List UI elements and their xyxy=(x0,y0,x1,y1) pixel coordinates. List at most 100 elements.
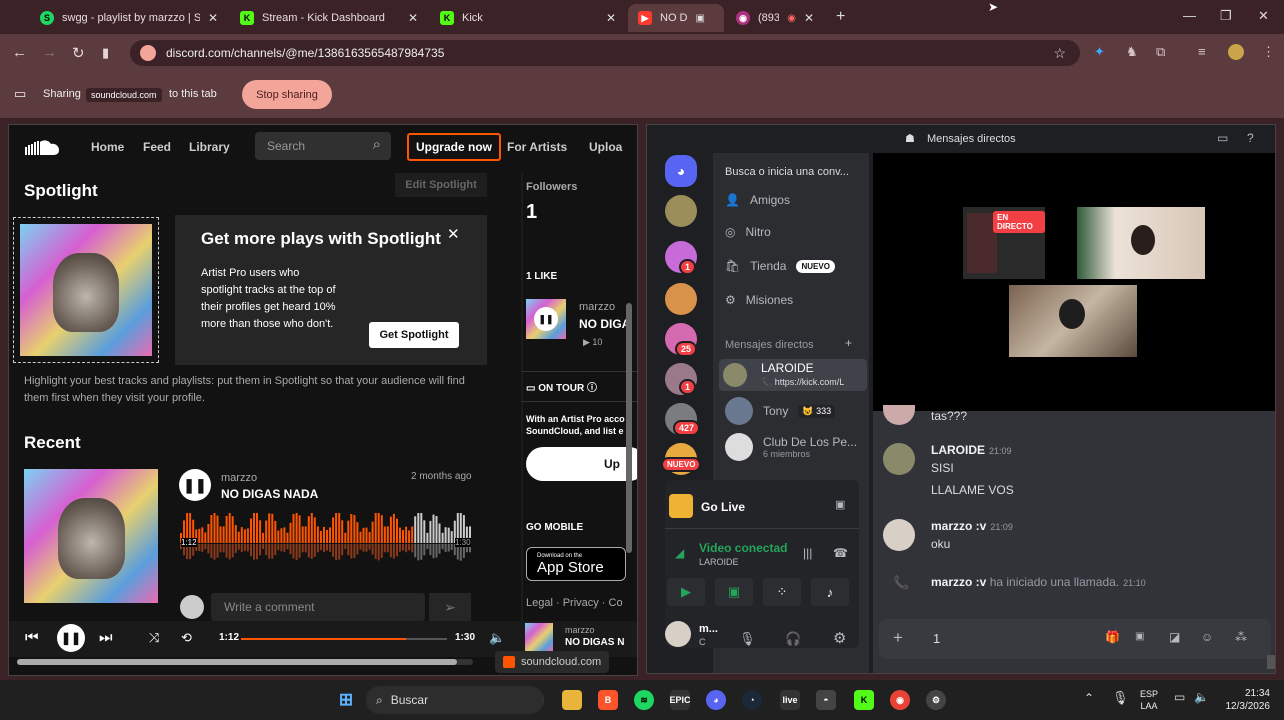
nav-for-artists[interactable]: For Artists xyxy=(507,140,567,154)
spotify-icon[interactable]: ≋ xyxy=(634,690,654,710)
inbox-icon[interactable]: ▭ xyxy=(1217,131,1228,145)
scrollbar-thumb[interactable] xyxy=(17,659,457,665)
dm-item-laroide[interactable]: LAROIDE 📞 https://kick.com/L xyxy=(719,359,867,391)
dm-item-tony[interactable]: Tony 😺 333 xyxy=(725,397,836,425)
scrollbar[interactable] xyxy=(1267,655,1275,669)
go-live-icon[interactable] xyxy=(669,494,693,518)
disconnect-icon[interactable]: ☎ xyxy=(833,546,848,560)
microphone-icon[interactable]: 🎙 xyxy=(739,631,756,647)
brave-icon[interactable]: B xyxy=(598,690,618,710)
progress-track[interactable] xyxy=(241,638,447,640)
epic-games-icon[interactable]: EPIC xyxy=(670,690,691,710)
sharing-indicator-icon[interactable]: ▮ xyxy=(102,45,109,61)
reload-icon[interactable]: ↻ xyxy=(72,44,85,62)
apps-icon[interactable]: ⁂ xyxy=(1235,630,1247,644)
followers-count[interactable]: 1 xyxy=(526,201,537,224)
soundcloud-tab-chip[interactable]: soundcloud.com xyxy=(495,651,610,673)
likes-label[interactable]: 1 LIKE xyxy=(526,271,557,282)
vertical-scrollbar[interactable] xyxy=(626,303,632,553)
activities-button[interactable]: ⁘ xyxy=(763,578,801,606)
kick-icon[interactable]: K xyxy=(854,690,874,710)
extension-icon[interactable]: ✦ xyxy=(1094,44,1105,60)
shuffle-icon[interactable]: ⤨ xyxy=(149,630,159,646)
close-icon[interactable]: ✕ xyxy=(606,11,616,25)
tab-kick-dashboard[interactable]: K Stream - Kick Dashboard ✕ xyxy=(230,4,428,32)
user-avatar[interactable] xyxy=(665,621,691,647)
live-app-icon[interactable]: live xyxy=(780,690,800,710)
message-author[interactable]: marzzo :v xyxy=(931,519,986,533)
previous-icon[interactable]: ⏮ xyxy=(25,629,39,646)
now-playing-title[interactable]: NO DIGAS N xyxy=(565,637,624,648)
close-window-icon[interactable]: ✕ xyxy=(1258,8,1269,24)
upgrade-tour-button[interactable]: Up xyxy=(526,447,637,481)
file-explorer-icon[interactable] xyxy=(562,690,582,710)
media-icon[interactable]: ≡ xyxy=(1198,44,1206,59)
close-icon[interactable]: ✕ xyxy=(447,225,460,243)
menu-icon[interactable]: ⋮ xyxy=(1262,44,1275,60)
play-pause-button[interactable]: ❚❚ xyxy=(57,624,85,652)
close-icon[interactable]: ✕ xyxy=(408,11,418,25)
nav-quests[interactable]: ⚙ Misiones xyxy=(725,293,793,307)
chevron-up-icon[interactable]: ⌃ xyxy=(1084,691,1094,705)
taskbar-search[interactable]: ⌕ Buscar xyxy=(366,686,544,714)
dm-item-club[interactable]: Club De Los Pe... 6 miembros xyxy=(725,433,857,461)
microphone-icon[interactable]: 🎙 xyxy=(1112,690,1129,706)
extensions-puzzle-icon[interactable]: ⧉ xyxy=(1156,44,1165,60)
nav-feed[interactable]: Feed xyxy=(143,140,171,154)
attach-icon[interactable]: + xyxy=(893,628,903,648)
language-indicator[interactable]: ESP LAA xyxy=(1140,688,1158,712)
emoji-icon[interactable]: ☺ xyxy=(1201,630,1213,644)
volume-icon[interactable]: 🔈 xyxy=(1194,690,1209,704)
message-input[interactable]: + 1 🎁 ▣ ◪ ☺ ⁂ xyxy=(879,619,1271,659)
site-info-icon[interactable] xyxy=(140,45,156,61)
search-input[interactable]: Search ⌕ xyxy=(255,132,391,160)
track-artist[interactable]: marzzo xyxy=(221,472,257,484)
pause-icon[interactable]: ❚❚ xyxy=(534,307,558,331)
voice-channel[interactable]: LAROIDE xyxy=(699,557,739,567)
search-icon[interactable]: ⌕ xyxy=(373,136,381,153)
forward-icon[interactable]: → xyxy=(42,44,57,61)
upgrade-now-button[interactable]: Upgrade now xyxy=(407,133,501,161)
profile-avatar[interactable] xyxy=(1228,44,1244,60)
new-tab-icon[interactable]: + xyxy=(836,8,845,26)
steam-icon[interactable]: ◔ xyxy=(742,690,762,710)
tab-kick[interactable]: K Kick ✕ xyxy=(430,4,626,32)
soundcloud-logo-icon[interactable] xyxy=(25,139,65,155)
liked-track-artwork[interactable]: ❚❚ xyxy=(526,299,566,339)
nav-nitro[interactable]: ◎ Nitro xyxy=(725,225,771,239)
tab-youtube-active[interactable]: ▶ NO D ▣ xyxy=(628,4,724,32)
minimize-icon[interactable]: — xyxy=(1183,8,1196,23)
discord-icon[interactable]: ◕ xyxy=(706,690,726,710)
tab-spotify[interactable]: S swgg - playlist by marzzo | Spo ✕ xyxy=(30,4,228,32)
camera-button[interactable]: ▶ xyxy=(667,578,705,606)
video-tile[interactable] xyxy=(1077,207,1205,279)
avatar[interactable] xyxy=(883,443,915,475)
video-tile[interactable] xyxy=(1009,285,1137,357)
avatar[interactable] xyxy=(883,519,915,551)
screen-share-button[interactable]: ▣ xyxy=(715,578,753,606)
nav-friends[interactable]: 👤 Amigos xyxy=(725,193,790,207)
stop-sharing-button[interactable]: Stop sharing xyxy=(242,80,332,109)
track-title[interactable]: NO DIGAS NADA xyxy=(221,487,318,501)
now-playing-artist[interactable]: marzzo xyxy=(565,625,595,635)
back-icon[interactable]: ← xyxy=(12,44,27,61)
app-store-badge[interactable]: Download on the App Store xyxy=(526,547,626,581)
maximize-icon[interactable]: ❐ xyxy=(1220,8,1232,24)
nav-home[interactable]: Home xyxy=(91,140,124,154)
add-dm-icon[interactable]: + xyxy=(845,336,852,350)
go-live-label[interactable]: Go Live xyxy=(701,500,745,514)
server-icon[interactable] xyxy=(665,283,697,315)
liked-track-title[interactable]: NO DIGA xyxy=(579,317,630,331)
nav-shop[interactable]: 🛍 Tienda NUEVO xyxy=(725,259,835,273)
discord-home-icon[interactable]: ◕ xyxy=(665,155,697,187)
gif-icon[interactable]: ▣ xyxy=(1135,631,1144,642)
soundboard-button[interactable]: ♪ xyxy=(811,578,849,606)
noise-suppression-icon[interactable]: ||| xyxy=(803,546,812,560)
user-name[interactable]: m... xyxy=(699,623,718,635)
windows-start-icon[interactable]: ⊞ xyxy=(336,690,356,710)
recent-track-artwork[interactable] xyxy=(24,469,158,603)
comment-input[interactable]: Write a comment xyxy=(211,593,425,621)
get-spotlight-button[interactable]: Get Spotlight xyxy=(369,322,459,348)
liked-track-artist[interactable]: marzzo xyxy=(579,301,615,313)
headphones-icon[interactable]: 🎧 xyxy=(785,631,801,647)
